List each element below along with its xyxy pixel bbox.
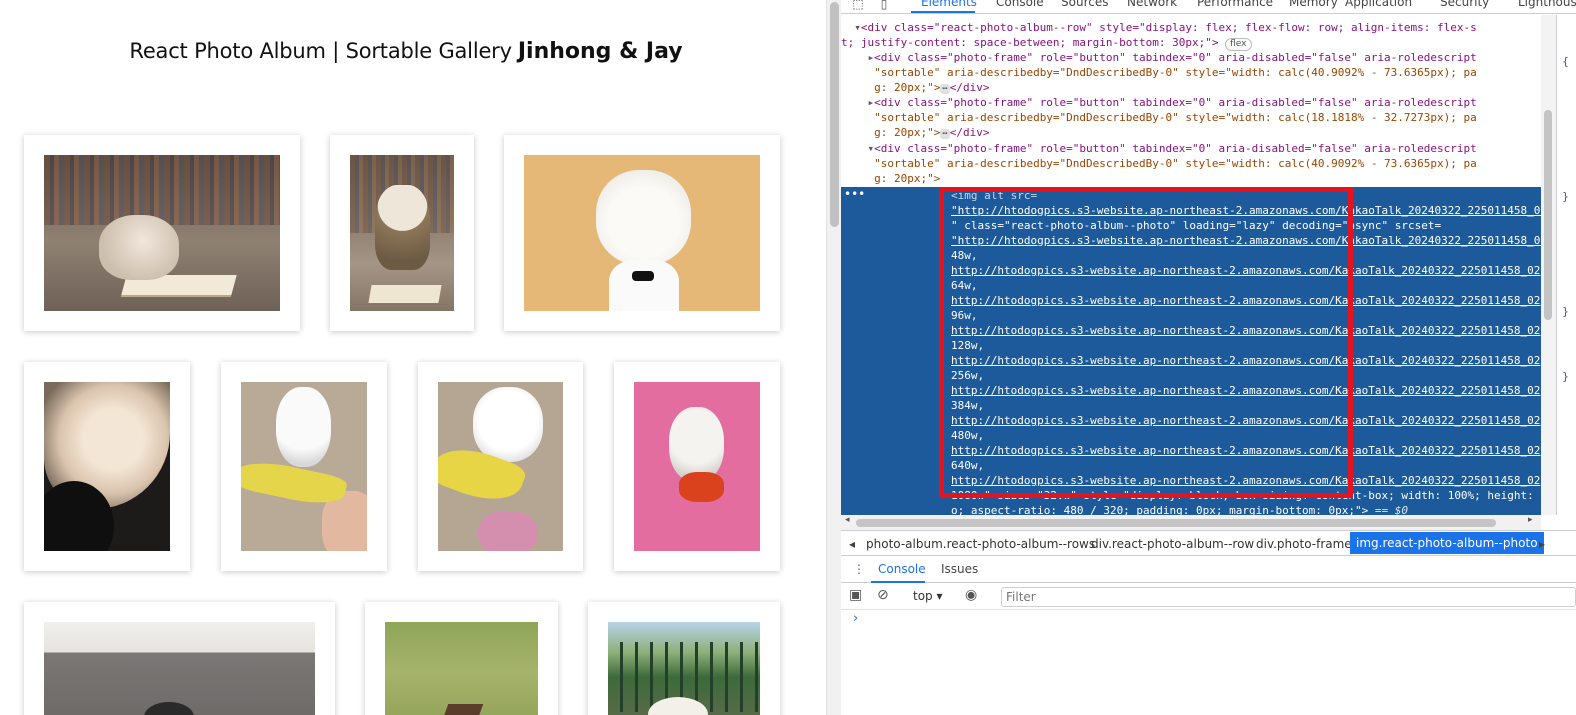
breadcrumb-item[interactable]: photo-album.react-photo-album--rows [866,537,1095,551]
inspect-element-icon[interactable]: ⬚ [849,0,867,11]
photo-dog-on-pink-blanket [634,382,760,551]
dom-row-open-line1: <div class="react-photo-album--row" styl… [860,21,1477,34]
dom-node-frame1-end: g: 20px;"> ⋯ </div> [841,80,1556,95]
drawer-menu-icon[interactable]: ⋮ [853,562,865,576]
red-annotation-box [939,187,1353,498]
photo-grass-lawn [385,622,538,715]
sidebar-toggle-icon[interactable]: ▣ [849,587,862,603]
horizontal-scrollbar-thumb[interactable] [856,519,1496,527]
dom-frame2-line2: "sortable" aria-describedby="DndDescribe… [874,111,1477,124]
dom-row-open-line2: t; justify-content: space-between; margi… [841,36,1219,49]
elements-vertical-scrollbar[interactable] [1541,15,1556,515]
dom-node-row-cont: t; justify-content: space-between; margi… [841,35,1556,51]
scroll-left-icon[interactable]: ◂ [845,515,850,525]
dom-node-frame3-cont: "sortable" aria-describedby="DndDescribe… [841,156,1556,171]
photo-frame[interactable] [221,362,387,571]
dom-node-frame3-end: g: 20px;"> [841,171,1556,186]
dom-node-frame2[interactable]: ▸<div class="photo-frame" role="button" … [841,95,1556,110]
photo-frame[interactable] [24,602,335,715]
clear-console-icon[interactable]: ⊘ [877,587,889,603]
photo-dog-on-sofa [44,622,315,715]
console-prompt-icon[interactable]: › [853,611,858,626]
console-toolbar: ▣ ⊘ top ▾ ◉ [841,584,1576,610]
tab-lighthouse[interactable]: Lighthouse [1518,0,1576,9]
dom-node-frame2-cont: "sortable" aria-describedby="DndDescribe… [841,110,1556,125]
tab-console[interactable]: Console [996,0,1044,9]
drawer-tab-bar: ⋮ Console Issues [841,557,1576,583]
photo-sleeping-dog [44,382,170,551]
collapsed-ellipsis[interactable]: ⋯ [940,84,950,94]
photo-dog-in-tuxedo [524,155,760,311]
dom-frame2-line3: g: 20px;"> [874,126,941,139]
drawer-tab-console[interactable]: Console [878,562,926,576]
tab-memory[interactable]: Memory [1289,0,1338,9]
photo-frame[interactable] [418,362,583,571]
page-scrollbar-thumb[interactable] [830,2,839,227]
console-ref-marker: == $0 [1368,504,1408,515]
dom-frame1-line1: <div class="photo-frame" role="button" t… [874,51,1477,64]
tab-sources[interactable]: Sources [1061,0,1108,9]
dom-node-frame2-end: g: 20px;"> ⋯ </div> [841,125,1556,140]
node-actions-icon[interactable]: ••• [844,187,865,201]
context-label: top [913,589,933,603]
photo-frame[interactable] [588,602,780,715]
page-title-main: React Photo Album | Sortable Gallery [129,39,512,63]
photo-dog-by-fence [608,622,760,715]
img-style-end-line: o; aspect-ratio: 480 / 320; padding: 0px… [951,503,1408,515]
dom-frame3-line2: "sortable" aria-describedby="DndDescribe… [874,157,1477,170]
breadcrumb-item-active[interactable]: img.react-photo-album--photo [1350,532,1544,554]
tab-performance[interactable]: Performance [1197,0,1273,9]
devtools-tab-bar: ⬚ ▯ Elements Console Sources Network Per… [841,0,1576,14]
active-tab-indicator [911,11,975,13]
breadcrumb-item[interactable]: div.photo-frame [1256,537,1352,551]
tab-elements[interactable]: Elements [921,0,977,9]
tab-security[interactable]: Security [1440,0,1489,9]
breadcrumb-item[interactable]: div.react-photo-album--row [1091,537,1254,551]
page-title-brand: Jinhong & Jay [517,39,683,64]
photo-frame[interactable] [24,135,300,331]
console-filter-input[interactable] [1001,587,1576,607]
page-title: React Photo Album | Sortable Gallery Jinh… [0,28,812,66]
photo-dog-with-banana-toy [241,382,367,551]
context-selector[interactable]: top ▾ [913,589,943,603]
elements-scrollbar-thumb[interactable] [1544,110,1552,320]
tab-application[interactable]: Application [1345,0,1412,9]
styles-pane-edge: { } } } [1556,15,1576,515]
img-style-end: o; aspect-ratio: 480 / 320; padding: 0px… [951,504,1369,515]
photo-frame[interactable] [330,135,474,331]
photo-dog-with-book-library [44,155,280,311]
dom-frame3-line3: g: 20px;"> [874,172,941,185]
live-expression-eye-icon[interactable]: ◉ [965,587,977,603]
drawer-active-indicator [871,581,925,583]
dom-frame2-close: </div> [949,126,990,139]
photo-dog-with-banana-toy-2 [438,382,563,551]
dom-node-frame1-cont: "sortable" aria-describedby="DndDescribe… [841,65,1556,80]
tab-network[interactable]: Network [1127,0,1177,9]
dom-node-frame3[interactable]: ▾<div class="photo-frame" role="button" … [841,141,1556,156]
photo-dog-in-coat-with-book [350,155,454,311]
dom-frame1-line2: "sortable" aria-describedby="DndDescribe… [874,66,1477,79]
photo-frame[interactable] [614,362,780,571]
photo-frame[interactable] [504,135,780,331]
dom-frame1-line3: g: 20px;"> [874,81,941,94]
console-output[interactable]: › [841,611,1576,715]
dom-frame2-line1: <div class="photo-frame" role="button" t… [874,96,1477,109]
elements-horizontal-scrollbar[interactable]: ◂ ▸ [841,515,1541,530]
breadcrumb-forward-icon[interactable]: ▸ [1539,537,1545,551]
photo-frame[interactable] [24,362,190,571]
page-scrollbar[interactable] [826,0,841,715]
device-toolbar-icon[interactable]: ▯ [875,0,893,11]
dom-node-row[interactable]: ▾<div class="react-photo-album--row" sty… [841,20,1556,35]
dom-frame1-close: </div> [949,81,990,94]
dom-node-frame1[interactable]: ▸<div class="photo-frame" role="button" … [841,50,1556,65]
breadcrumb-back-icon[interactable]: ◂ [849,537,855,551]
drawer-tab-issues[interactable]: Issues [941,562,978,576]
photo-frame[interactable] [365,602,558,715]
dom-breadcrumb: ◂ photo-album.react-photo-album--rows di… [841,530,1576,556]
app-page: React Photo Album | Sortable Gallery Jinh… [0,0,826,715]
dom-frame3-line1: <div class="photo-frame" role="button" t… [874,142,1477,155]
scroll-right-icon[interactable]: ▸ [1528,515,1533,525]
collapsed-ellipsis[interactable]: ⋯ [940,129,950,139]
